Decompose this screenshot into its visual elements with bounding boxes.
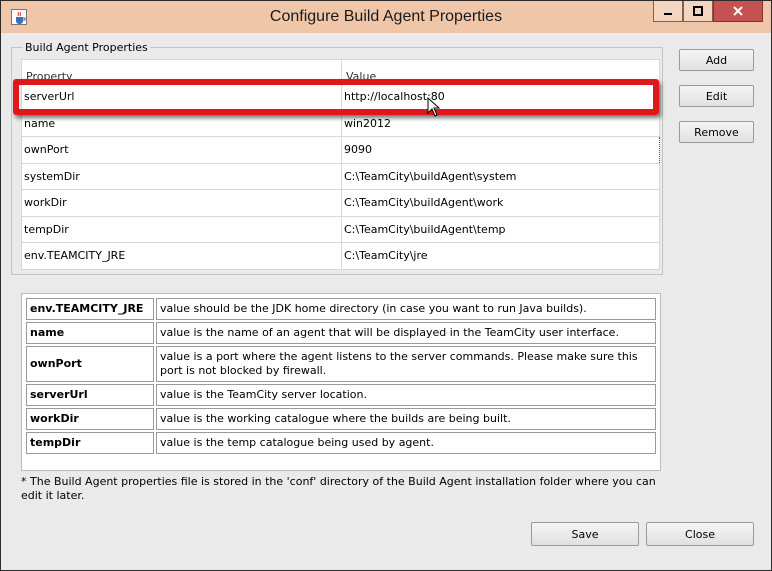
table-row[interactable]: workDir C:\TeamCity\buildAgent\work: [21, 189, 660, 217]
save-button[interactable]: Save: [531, 522, 639, 546]
help-description: value is a port where the agent listens …: [156, 346, 656, 382]
dialog-window: Configure Build Agent Properties Build A…: [0, 0, 772, 571]
property-cell[interactable]: name: [21, 109, 342, 137]
minimize-icon: [664, 13, 672, 15]
edit-button[interactable]: Edit: [679, 85, 754, 107]
help-key: serverUrl: [26, 384, 154, 406]
help-row: env.TEAMCITY_JRE value should be the JDK…: [26, 298, 656, 320]
maximize-icon: [693, 6, 703, 16]
property-cell[interactable]: tempDir: [21, 215, 342, 243]
property-cell[interactable]: ownPort: [21, 136, 342, 164]
property-cell[interactable]: env.TEAMCITY_JRE: [21, 242, 342, 270]
property-cell[interactable]: systemDir: [21, 162, 342, 190]
group-title: Build Agent Properties: [23, 41, 150, 54]
title-bar[interactable]: Configure Build Agent Properties: [1, 1, 771, 33]
add-button[interactable]: Add: [679, 49, 754, 71]
help-key: tempDir: [26, 432, 154, 454]
property-cell[interactable]: workDir: [21, 189, 342, 217]
remove-button[interactable]: Remove: [679, 121, 754, 143]
help-row: name value is the name of an agent that …: [26, 322, 656, 344]
close-button[interactable]: [713, 1, 763, 22]
help-row: tempDir value is the temp catalogue bein…: [26, 432, 656, 454]
table-row[interactable]: ownPort 9090: [21, 136, 660, 164]
column-header-property[interactable]: Property: [21, 59, 342, 84]
value-cell[interactable]: C:\TeamCity\buildAgent\temp: [341, 215, 660, 243]
table-row[interactable]: env.TEAMCITY_JRE C:\TeamCity\jre: [21, 242, 660, 270]
help-row: ownPort value is a port where the agent …: [26, 346, 656, 382]
value-cell[interactable]: C:\TeamCity\buildAgent\work: [341, 189, 660, 217]
table-row[interactable]: name win2012: [21, 109, 660, 137]
value-cell[interactable]: win2012: [341, 109, 660, 137]
value-cell[interactable]: http://localhost:80: [341, 83, 660, 111]
help-key: env.TEAMCITY_JRE: [26, 298, 154, 320]
help-row: workDir value is the working catalogue w…: [26, 408, 656, 430]
help-description: value is the working catalogue where the…: [156, 408, 656, 430]
table-row[interactable]: serverUrl http://localhost:80: [21, 83, 660, 111]
column-header-value[interactable]: Value: [341, 59, 660, 84]
mouse-cursor-icon: [427, 97, 441, 117]
help-description: value is the TeamCity server location.: [156, 384, 656, 406]
close-dialog-button[interactable]: Close: [646, 522, 754, 546]
help-description: value is the temp catalogue being used b…: [156, 432, 656, 454]
help-panel: env.TEAMCITY_JRE value should be the JDK…: [21, 293, 661, 471]
property-cell[interactable]: serverUrl: [21, 83, 342, 111]
help-key: name: [26, 322, 154, 344]
properties-table: Property Value serverUrl http://localhos…: [21, 59, 660, 270]
maximize-button[interactable]: [683, 1, 713, 22]
table-row[interactable]: systemDir C:\TeamCity\buildAgent\system: [21, 162, 660, 190]
footnote: * The Build Agent properties file is sto…: [21, 475, 656, 502]
minimize-button[interactable]: [653, 1, 683, 22]
value-cell[interactable]: C:\TeamCity\jre: [341, 242, 660, 270]
help-key: workDir: [26, 408, 154, 430]
help-description: value should be the JDK home directory (…: [156, 298, 656, 320]
help-key: ownPort: [26, 346, 154, 382]
value-cell[interactable]: 9090: [341, 136, 660, 164]
help-description: value is the name of an agent that will …: [156, 322, 656, 344]
close-icon: [733, 6, 743, 16]
value-cell[interactable]: C:\TeamCity\buildAgent\system: [341, 162, 660, 190]
table-row[interactable]: tempDir C:\TeamCity\buildAgent\temp: [21, 215, 660, 243]
help-table: env.TEAMCITY_JRE value should be the JDK…: [24, 296, 658, 456]
help-row: serverUrl value is the TeamCity server l…: [26, 384, 656, 406]
